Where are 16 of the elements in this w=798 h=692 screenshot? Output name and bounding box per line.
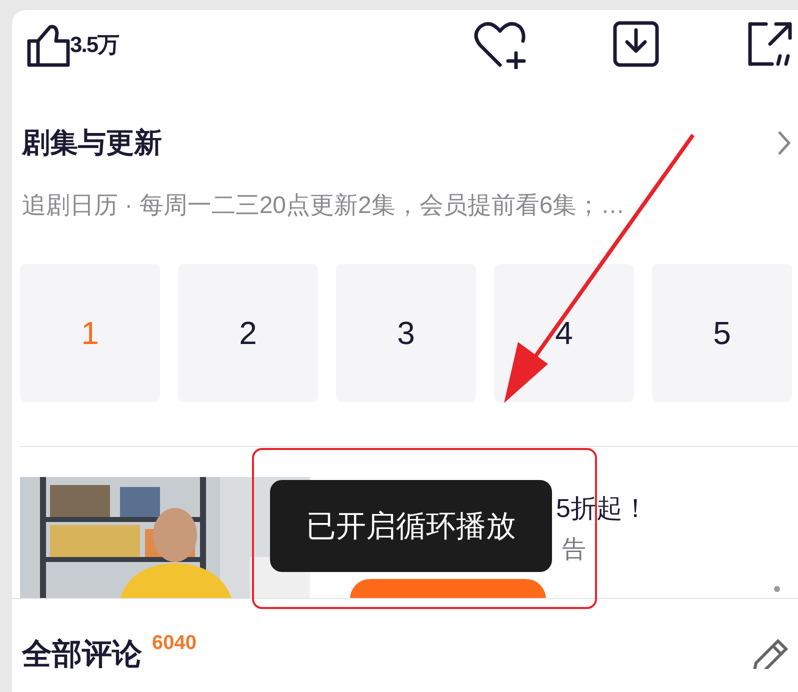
episode-tile[interactable]: 2 xyxy=(178,264,318,402)
comments-title: 全部评论 xyxy=(22,637,142,669)
chevron-right-icon[interactable] xyxy=(776,129,792,157)
episode-tile[interactable]: 4 xyxy=(494,264,634,402)
episode-tile[interactable]: 3 xyxy=(336,264,476,402)
ad-sponsor: 告 xyxy=(562,535,586,565)
download-icon[interactable] xyxy=(612,20,660,68)
heart-plus-icon[interactable] xyxy=(472,19,528,69)
episode-tile[interactable]: 5 xyxy=(652,264,792,402)
section-title: 剧集与更新 xyxy=(22,126,162,160)
share-icon[interactable] xyxy=(746,20,794,68)
like-count: 3.5万 xyxy=(70,30,119,58)
ad-title: 5折起！ xyxy=(556,492,648,525)
comment-count: 6040 xyxy=(152,631,196,656)
update-schedule: 追剧日历 · 每周一二三20点更新2集，会员提前看6集；… xyxy=(21,191,626,221)
toast-message: 已开启循环播放 xyxy=(306,508,516,544)
